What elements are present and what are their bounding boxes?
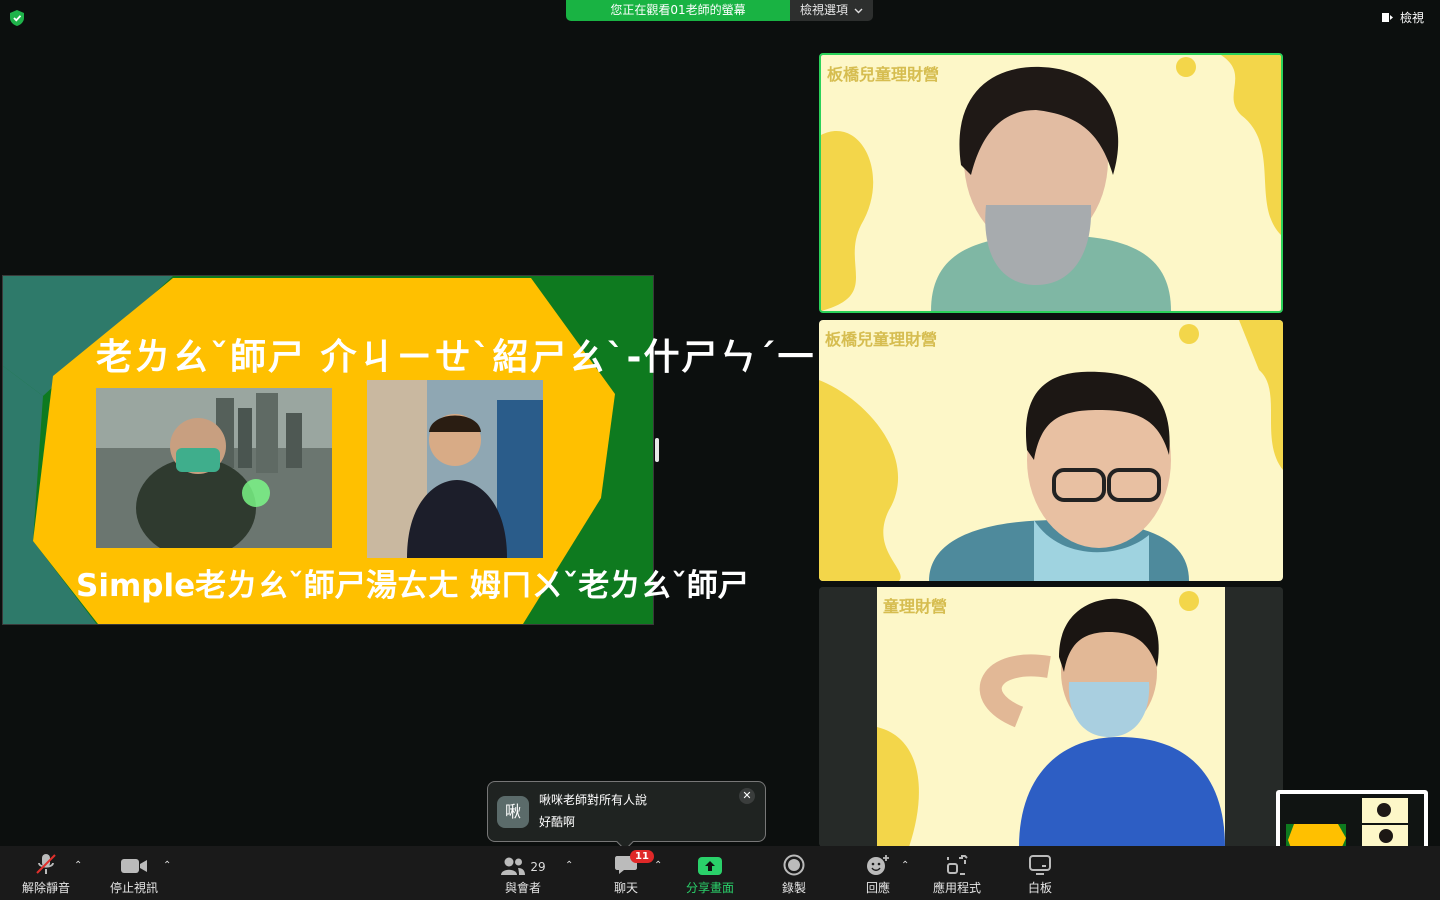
view-options-label: 檢視選項	[800, 3, 849, 17]
view-options-button[interactable]: 檢視選項	[790, 0, 874, 21]
security-shield-icon[interactable]	[10, 10, 24, 26]
participants-options-caret[interactable]: ⌃	[565, 860, 573, 871]
record-icon	[783, 854, 805, 876]
view-layout-icon	[1381, 13, 1393, 22]
stop-video-label: 停止視訊	[109, 881, 158, 895]
whiteboard-icon	[1029, 855, 1051, 875]
reactions-button[interactable]: 回應	[856, 846, 900, 900]
muted-microphone-icon	[36, 854, 56, 874]
teacher-photo-tom	[367, 380, 543, 558]
participants-label: 與會者	[504, 881, 541, 895]
sender-avatar: 啾	[497, 796, 529, 828]
viewing-status-text: 您正在觀看01老師的螢幕	[566, 0, 790, 21]
video-camera-icon	[121, 859, 147, 873]
caption-tom-teacher: 湯ㄊㄤ 姆ㄇㄨˇ老ㄌㄠˇ師ㄕ	[366, 568, 749, 604]
share-screen-button[interactable]: 分享畫面	[680, 846, 740, 900]
video-watermark: 板橋兒童理財營	[827, 65, 940, 84]
whiteboard-label: 白板	[1027, 881, 1052, 895]
smiley-plus-icon	[867, 855, 889, 875]
participants-icon	[501, 857, 526, 875]
video-watermark: 童理財營	[883, 597, 948, 616]
apps-button[interactable]: 應用程式	[926, 846, 988, 900]
record-button[interactable]: 錄製	[772, 846, 816, 900]
reactions-options-caret[interactable]: ⌃	[901, 860, 909, 871]
close-icon[interactable]: ✕	[739, 788, 755, 804]
participants-count: 29	[530, 860, 546, 874]
participant-video	[819, 320, 1283, 581]
chat-notification[interactable]: 啾 啾咪老師對所有人說 好酷啊 ✕	[487, 781, 766, 851]
video-watermark: 板橋兒童理財營	[825, 330, 938, 349]
teacher-photo-simple	[96, 388, 332, 548]
view-label: 檢視	[1399, 11, 1424, 25]
meeting-toolbar: 解除靜音 ⌃ 停止視訊 ⌃ 29 與會者 ⌃ 聊天 11 ⌃ 分享畫面 錄製 回…	[0, 846, 1440, 900]
participants-button[interactable]: 29 與會者	[496, 846, 550, 900]
share-screen-icon	[698, 857, 722, 875]
chat-message: 好酷啊	[539, 815, 576, 829]
reactions-label: 回應	[865, 881, 890, 895]
chat-sender: 啾咪老師對所有人說	[539, 793, 648, 807]
unmute-label: 解除靜音	[21, 881, 70, 895]
stop-video-button[interactable]: 停止視訊	[104, 846, 164, 900]
view-button[interactable]: 檢視	[1381, 9, 1424, 26]
viewing-banner: 您正在觀看01老師的螢幕 檢視選項	[566, 0, 874, 21]
chat-label: 聊天	[613, 881, 638, 895]
video-tile[interactable]: 板橋兒童理財營	[819, 320, 1283, 581]
apps-label: 應用程式	[932, 881, 981, 895]
audio-options-caret[interactable]: ⌃	[74, 860, 82, 871]
share-screen-label: 分享畫面	[685, 881, 734, 895]
meeting-stage: 您正在觀看01老師的螢幕 檢視選項 檢視 老ㄌㄠˇ師ㄕ 介ㄐㄧㄝˋ紹ㄕㄠˋ-什ㄕ…	[0, 0, 1440, 851]
resize-handle[interactable]	[655, 438, 659, 462]
chat-options-caret[interactable]: ⌃	[654, 860, 662, 871]
video-tile[interactable]: 童理財營	[819, 587, 1283, 847]
video-options-caret[interactable]: ⌃	[163, 860, 171, 871]
record-label: 錄製	[781, 881, 806, 895]
participant-video	[821, 55, 1281, 311]
chat-unread-badge: 11	[630, 850, 654, 863]
whiteboard-button[interactable]: 白板	[1018, 846, 1062, 900]
caption-simple-teacher: Simple老ㄌㄠˇ師ㄕ	[76, 568, 366, 604]
participant-video	[819, 587, 1283, 847]
video-tile[interactable]: 板橋兒童理財營	[819, 53, 1283, 313]
apps-icon	[947, 855, 968, 875]
chevron-down-icon	[854, 8, 863, 13]
unmute-button[interactable]: 解除靜音	[16, 846, 76, 900]
